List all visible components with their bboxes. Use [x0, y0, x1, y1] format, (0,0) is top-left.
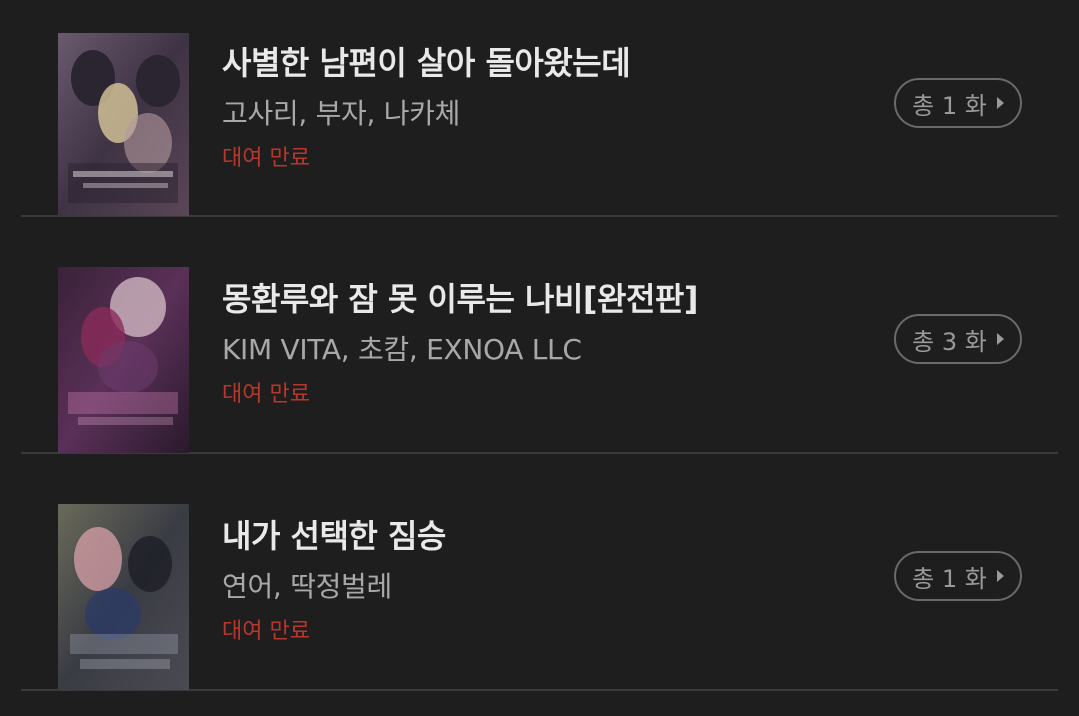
chevron-right-icon	[996, 97, 1004, 109]
rental-history-list: 사별한 남편이 살아 돌아왔는데 고사리, 부자, 나카체 대여 만료 총 1 …	[0, 0, 1079, 716]
book-cover[interactable]	[58, 504, 189, 690]
chevron-right-icon	[996, 333, 1004, 345]
rental-status: 대여 만료	[222, 146, 310, 171]
episode-count-label: 총 3 화	[912, 327, 987, 356]
book-authors: 고사리, 부자, 나카체	[222, 97, 461, 130]
episode-count-button[interactable]: 총 1 화	[894, 78, 1022, 128]
book-title[interactable]: 사별한 남편이 살아 돌아왔는데	[222, 38, 631, 84]
rental-status: 대여 만료	[222, 382, 310, 407]
book-title[interactable]: 내가 선택한 짐승	[222, 511, 446, 557]
rental-status: 대여 만료	[222, 619, 310, 644]
episode-count-label: 총 1 화	[912, 564, 987, 593]
cover-art-image	[58, 267, 189, 453]
book-authors: 연어, 딱정벌레	[222, 570, 392, 603]
book-cover[interactable]	[58, 267, 189, 453]
list-item[interactable]: 내가 선택한 짐승 연어, 딱정벌레 대여 만료 총 1 화	[21, 454, 1058, 691]
list-item[interactable]: 몽환루와 잠 못 이루는 나비[완전판] KIM VITA, 초캄, EXNOA…	[21, 217, 1058, 454]
book-cover[interactable]	[58, 33, 189, 216]
episode-count-button[interactable]: 총 1 화	[894, 551, 1022, 601]
book-authors: KIM VITA, 초캄, EXNOA LLC	[222, 333, 582, 366]
list-item[interactable]: 사별한 남편이 살아 돌아왔는데 고사리, 부자, 나카체 대여 만료 총 1 …	[21, 0, 1058, 217]
episode-count-label: 총 1 화	[912, 91, 987, 120]
cover-art-image	[58, 33, 189, 216]
episode-count-button[interactable]: 총 3 화	[894, 314, 1022, 364]
book-title[interactable]: 몽환루와 잠 못 이루는 나비[완전판]	[222, 274, 698, 320]
cover-art-image	[58, 504, 189, 690]
chevron-right-icon	[996, 570, 1004, 582]
